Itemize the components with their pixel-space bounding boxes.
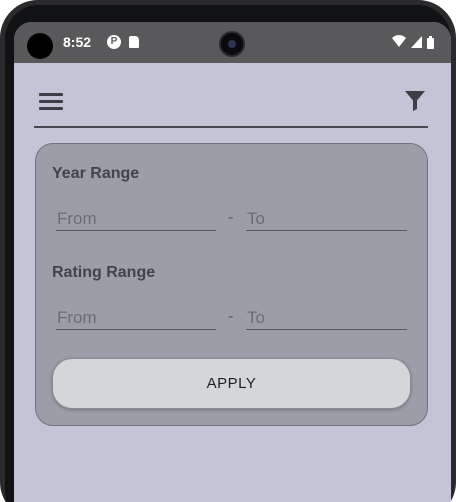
- status-icons-right: [391, 34, 441, 50]
- status-time: 8:52: [63, 34, 92, 50]
- rating-range-separator: -: [228, 308, 234, 325]
- status-bar: 8:52 P: [14, 22, 451, 63]
- rating-from-input[interactable]: [56, 306, 216, 330]
- filter-funnel-icon[interactable]: [403, 88, 427, 112]
- camera-icon: [219, 31, 245, 57]
- app-bar-divider: [34, 126, 428, 128]
- front-sensor-icon: [27, 33, 53, 59]
- cellular-signal-icon: [411, 36, 422, 48]
- app-screen: 8:52 P Year Range From - To Rating Range…: [14, 22, 451, 502]
- rating-to-input[interactable]: [246, 306, 407, 330]
- rating-range-label: Rating Range: [52, 264, 156, 281]
- year-range-separator: -: [228, 209, 234, 226]
- sd-card-icon: [129, 36, 139, 48]
- app-bar: [14, 63, 451, 127]
- wifi-icon: [392, 35, 406, 47]
- filter-card: Year Range - Rating Range - APPLY: [35, 143, 428, 426]
- year-range-label: Year Range: [52, 165, 140, 182]
- hamburger-menu-icon[interactable]: [39, 92, 65, 112]
- apply-button[interactable]: APPLY: [52, 358, 411, 409]
- battery-icon: [427, 36, 434, 49]
- year-to-input[interactable]: [246, 207, 407, 231]
- app-notification-icon: P: [107, 35, 121, 49]
- year-from-input[interactable]: [56, 207, 216, 231]
